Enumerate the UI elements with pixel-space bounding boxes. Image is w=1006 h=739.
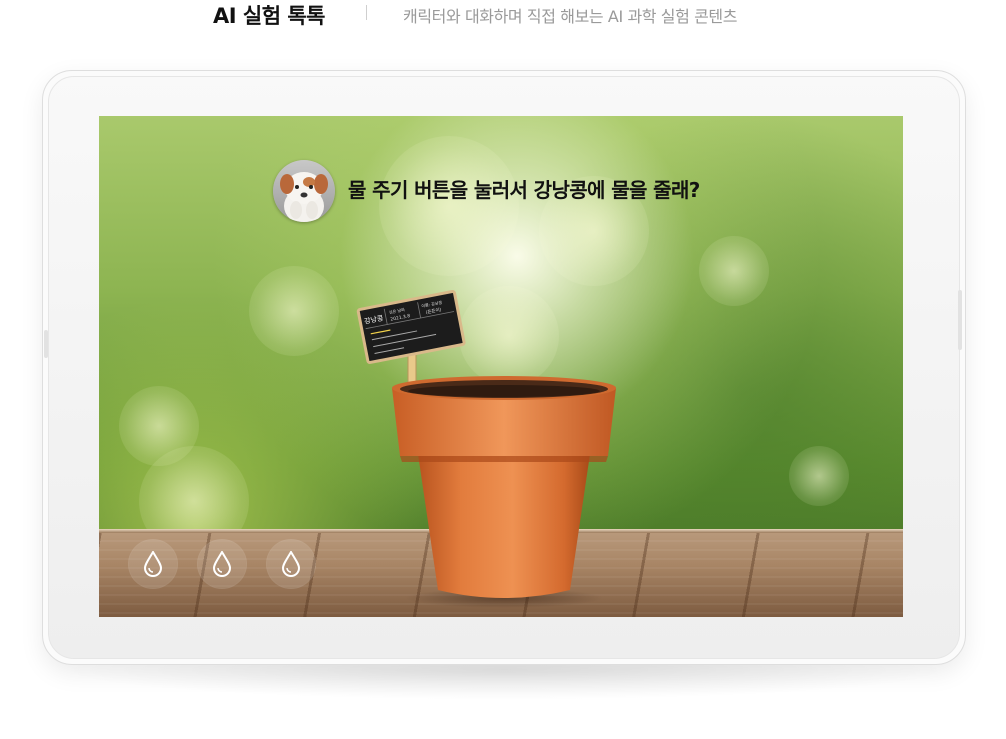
bokeh-light — [789, 446, 849, 506]
page-header: AI 실험 톡톡 캐릭터와 대화하며 직접 해보는 AI 과학 실험 콘텐츠 — [0, 0, 1006, 32]
water-button[interactable] — [198, 540, 246, 588]
header-divider — [366, 5, 367, 20]
water-drop-icon — [143, 551, 163, 577]
tablet-side-button — [958, 290, 962, 350]
water-drop-icon — [212, 551, 232, 577]
dialogue-text: 물 주기 버튼을 눌러서 강낭콩에 물을 줄래? — [348, 178, 700, 202]
tablet-side-button — [44, 330, 48, 358]
flower-pot — [384, 374, 624, 606]
bokeh-light — [699, 236, 769, 306]
water-button[interactable] — [129, 540, 177, 588]
water-drop-icon — [281, 551, 301, 577]
water-button[interactable] — [267, 540, 315, 588]
page-title: AI 실험 톡톡 — [213, 4, 325, 28]
page-subtitle: 캐릭터와 대화하며 직접 해보는 AI 과학 실험 콘텐츠 — [403, 7, 738, 26]
bokeh-light — [379, 136, 519, 276]
bokeh-light — [249, 266, 339, 356]
app-screen: 물 주기 버튼을 눌러서 강낭콩에 물을 줄래? 강낭콩 심은 날짜 2021.… — [99, 116, 903, 617]
bokeh-light — [459, 286, 559, 386]
dog-character-avatar — [273, 160, 335, 222]
